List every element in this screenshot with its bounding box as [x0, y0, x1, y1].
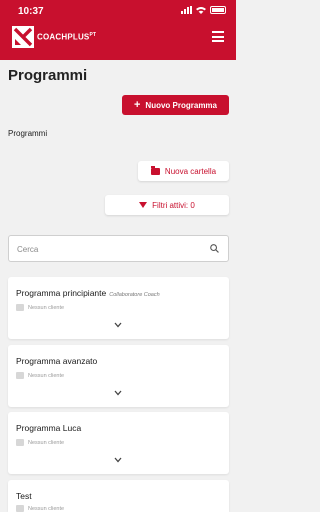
app-header: 10:37 COACHPLUSPT — [0, 0, 236, 60]
chevron-down-icon[interactable] — [114, 390, 122, 396]
search-icon[interactable] — [210, 244, 219, 253]
app-logo: COACHPLUSPT — [12, 26, 96, 48]
new-folder-button[interactable]: Nuova cartella — [138, 161, 229, 181]
new-folder-label: Nuova cartella — [164, 166, 217, 176]
chevron-down-icon[interactable] — [114, 322, 122, 328]
program-title: Programma principiante Collaboratore Coac… — [16, 288, 160, 298]
chevron-down-icon[interactable] — [114, 457, 122, 463]
search-box — [8, 235, 229, 262]
status-bar: 10:37 — [0, 0, 236, 22]
battery-icon — [210, 6, 226, 14]
client-label: Nessun cliente — [28, 372, 65, 379]
client-row: Nessun cliente — [16, 304, 64, 311]
page-title: Programmi — [8, 67, 88, 84]
client-row: Nessun cliente — [16, 372, 64, 379]
user-icon — [16, 439, 24, 446]
signal-icon — [181, 6, 192, 14]
client-row: Nessun cliente — [16, 439, 64, 446]
plus-icon: + — [133, 98, 141, 111]
status-time: 10:37 — [18, 6, 44, 17]
search-input[interactable] — [17, 242, 197, 256]
logo-mark-icon — [12, 26, 34, 48]
program-card[interactable]: Test Nessun cliente — [8, 480, 229, 512]
status-icons — [181, 6, 226, 14]
wifi-icon — [196, 7, 206, 14]
hamburger-menu-icon[interactable] — [212, 31, 224, 42]
program-card[interactable]: Programma Luca Nessun cliente — [8, 412, 229, 474]
user-icon — [16, 372, 24, 379]
program-card[interactable]: Programma principiante Collaboratore Coac… — [8, 277, 229, 339]
program-title: Test — [16, 491, 32, 501]
client-label: Nessun cliente — [28, 439, 65, 446]
program-title: Programma Luca — [16, 423, 82, 433]
client-label: Nessun cliente — [28, 304, 65, 311]
program-card[interactable]: Programma avanzato Nessun cliente — [8, 345, 229, 407]
client-row: Nessun cliente — [16, 505, 64, 512]
new-program-label: Nuovo Programma — [145, 100, 217, 110]
folder-plus-icon — [150, 165, 160, 175]
filters-label: Filtri attivi: 0 — [152, 200, 195, 210]
user-icon — [16, 505, 24, 512]
program-role: Collaboratore Coach — [109, 292, 160, 298]
logo-text: COACHPLUSPT — [37, 31, 97, 42]
filters-button[interactable]: Filtri attivi: 0 — [105, 195, 229, 215]
filter-icon — [139, 202, 148, 208]
new-program-button[interactable]: + Nuovo Programma — [122, 95, 229, 115]
user-icon — [16, 304, 24, 311]
program-title: Programma avanzato — [16, 356, 98, 366]
client-label: Nessun cliente — [28, 505, 65, 512]
breadcrumb: Programmi — [8, 129, 48, 138]
